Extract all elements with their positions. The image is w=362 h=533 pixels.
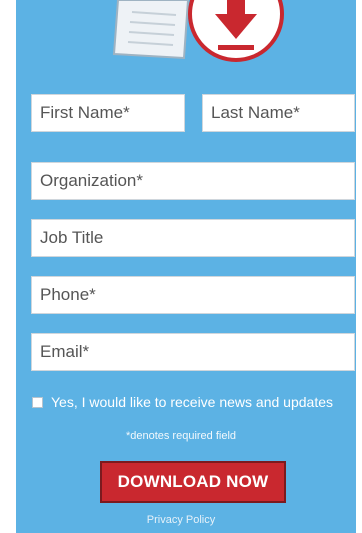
download-now-button[interactable]: DOWNLOAD NOW — [100, 461, 286, 503]
newsletter-option[interactable]: Yes, I would like to receive news and up… — [32, 391, 352, 413]
document-icon — [112, 0, 190, 60]
page-margin-right — [356, 0, 362, 533]
newsletter-label: Yes, I would like to receive news and up… — [51, 394, 333, 410]
last-name-field[interactable] — [202, 94, 355, 132]
phone-field[interactable] — [31, 276, 355, 314]
privacy-policy-link[interactable]: Privacy Policy — [0, 514, 362, 526]
required-field-note: *denotes required field — [125, 430, 237, 442]
hero-graphic — [112, 0, 284, 62]
first-name-field[interactable] — [31, 94, 185, 132]
newsletter-checkbox[interactable] — [32, 396, 43, 408]
job-title-field[interactable] — [31, 219, 355, 257]
organization-field[interactable] — [31, 162, 355, 200]
download-arrow-icon — [188, 0, 284, 62]
page-margin-left — [0, 0, 16, 533]
email-field[interactable] — [31, 333, 355, 371]
